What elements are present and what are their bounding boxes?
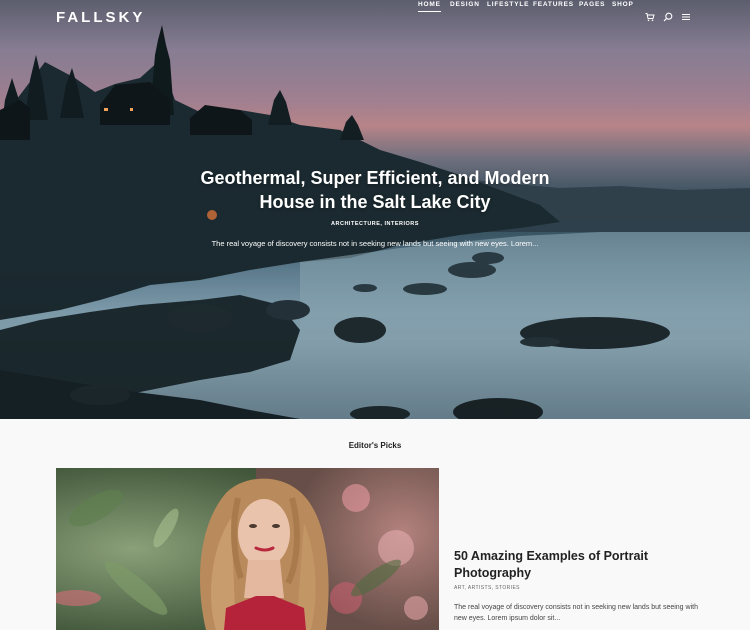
post-excerpt: The real voyage of discovery consists no… [454, 604, 698, 622]
hero-title-line-2[interactable]: House in the Salt Lake City [259, 192, 490, 212]
site-logo[interactable]: FALLSKY [56, 9, 145, 26]
hero-post-excerpt: The real voyage of discovery consists no… [211, 239, 539, 248]
search-icon[interactable] [663, 12, 673, 22]
editors-picks-heading: Editor's Picks [348, 441, 402, 450]
nav-item-pages[interactable]: PAGES [579, 0, 605, 9]
nav-item-shop[interactable]: SHOP [612, 0, 634, 9]
menu-icon[interactable] [681, 12, 691, 22]
nav-item-lifestyle[interactable]: LIFESTYLE [487, 0, 529, 9]
hero-post-title[interactable]: Geothermal, Super Efficient, and Modern … [150, 166, 600, 214]
cart-icon[interactable] [645, 12, 655, 22]
nav-item-design[interactable]: DESIGN [450, 0, 480, 9]
hero-title-line-1[interactable]: Geothermal, Super Efficient, and Modern [200, 168, 549, 188]
portrait-photo [56, 468, 439, 630]
nav-item-home[interactable]: HOME [418, 0, 441, 12]
post-title[interactable]: 50 Amazing Examples of Portrait Photogra… [454, 548, 704, 582]
hero-post-categories[interactable]: ARCHITECTURE, INTERIORS [150, 221, 600, 227]
page: FALLSKY HOME DESIGN LIFESTYLE FEATURES P… [0, 0, 750, 630]
post-categories[interactable]: ART, ARTISTS, STORIES [454, 585, 520, 591]
nav-item-features[interactable]: FEATURES [533, 0, 574, 9]
post-thumbnail[interactable] [56, 468, 439, 630]
hero-featured-post[interactable]: FALLSKY HOME DESIGN LIFESTYLE FEATURES P… [0, 0, 750, 419]
